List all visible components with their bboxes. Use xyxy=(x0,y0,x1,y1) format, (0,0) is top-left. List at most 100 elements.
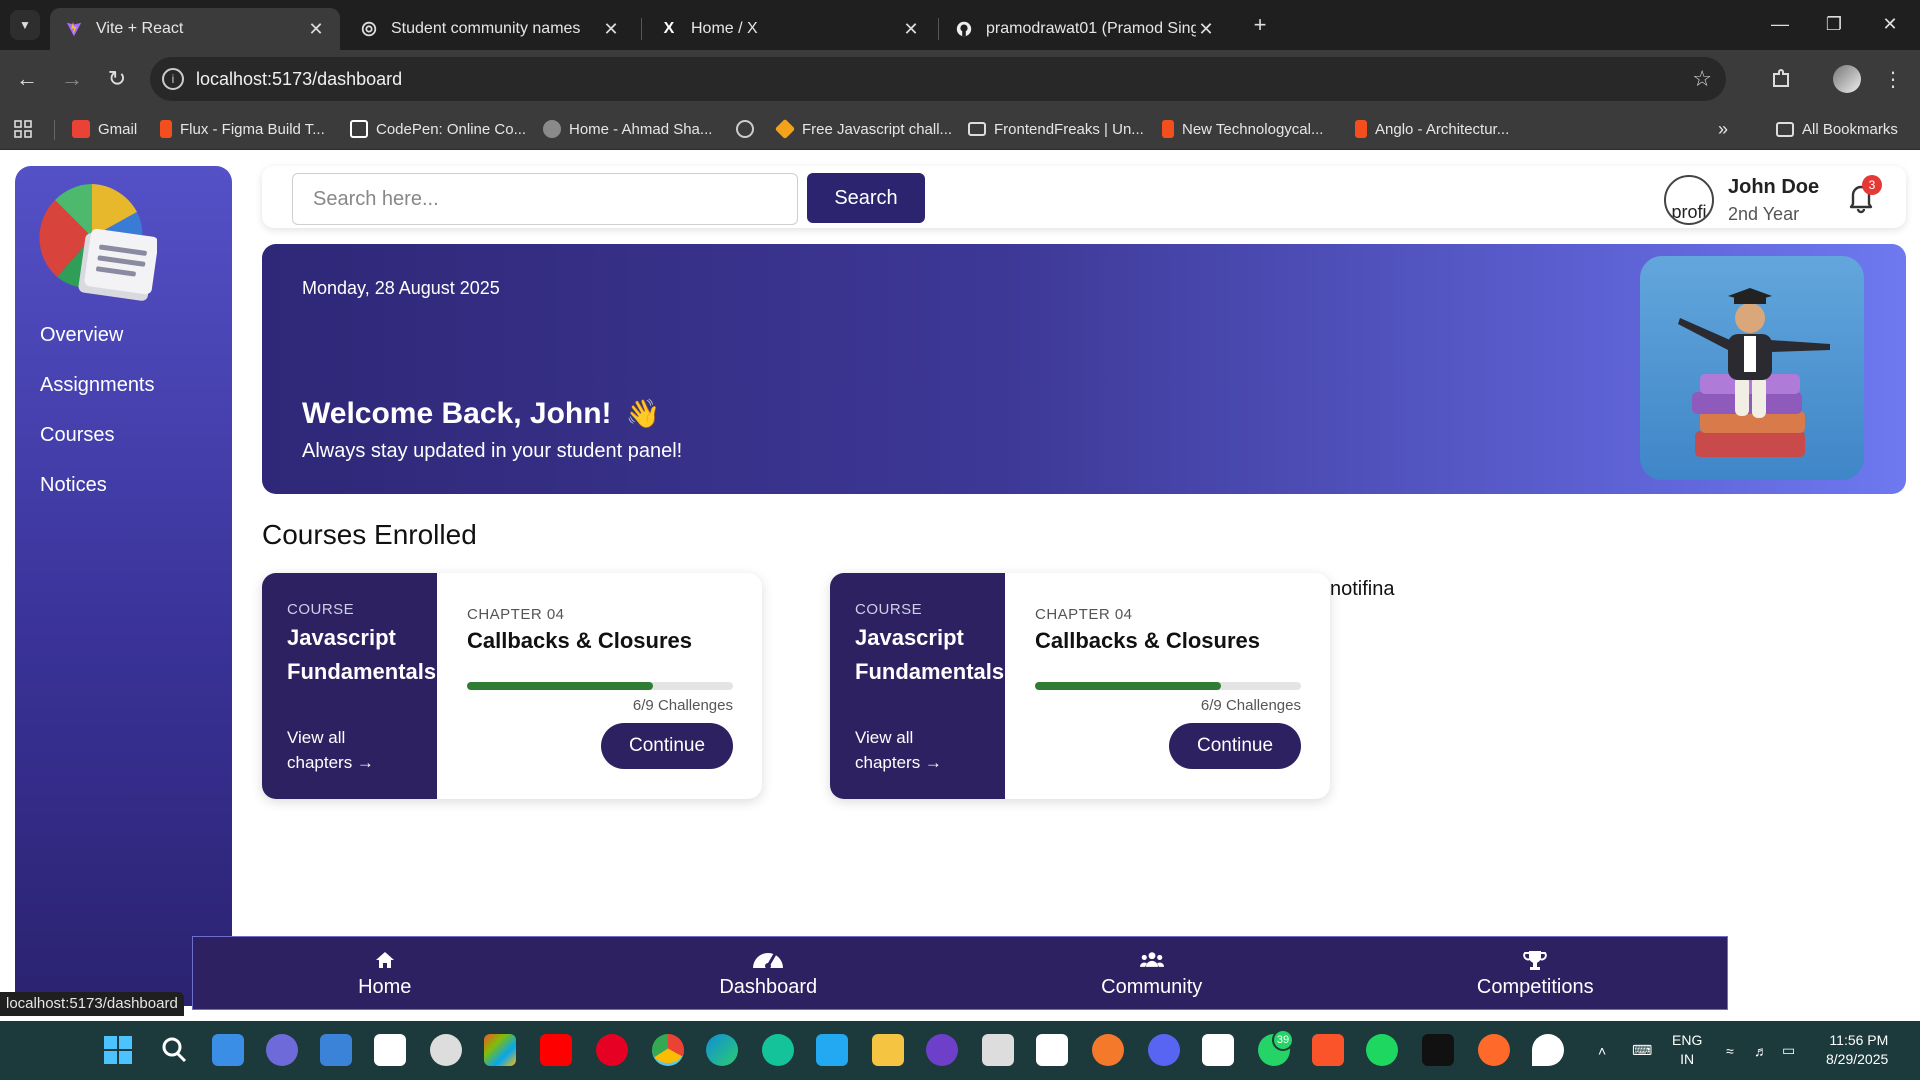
bookmark-new-tech[interactable]: New Technologycal... xyxy=(1162,117,1323,141)
bottom-nav-home[interactable]: Home xyxy=(193,937,577,1009)
tab-github[interactable]: pramodrawat01 (Pramod Singh ✕ xyxy=(940,8,1230,50)
tab-close-icon[interactable]: ✕ xyxy=(601,19,621,40)
address-url[interactable]: localhost:5173/dashboard xyxy=(196,69,402,90)
bookmark-anglo[interactable]: Anglo - Architectur... xyxy=(1355,117,1509,141)
tab-close-icon[interactable]: ✕ xyxy=(901,19,921,40)
inkscape-icon[interactable] xyxy=(982,1034,1014,1066)
reload-icon[interactable]: ↻ xyxy=(100,62,134,96)
wifi-icon[interactable]: ≈ xyxy=(1726,1021,1734,1080)
graduate-illustration xyxy=(1640,256,1864,480)
search-input[interactable] xyxy=(292,173,798,225)
extensions-puzzle-icon[interactable] xyxy=(1764,62,1798,96)
bottom-nav-dashboard[interactable]: Dashboard xyxy=(577,937,961,1009)
spotify-icon[interactable] xyxy=(1366,1034,1398,1066)
vscode-icon[interactable] xyxy=(816,1034,848,1066)
new-tab-plus-icon[interactable]: + xyxy=(1245,10,1275,40)
tab-vite-react[interactable]: Vite + React ✕ xyxy=(50,8,340,50)
progress-count: 6/9 Challenges xyxy=(1200,697,1301,714)
apps-grid-icon[interactable] xyxy=(14,117,32,141)
whatsapp-unread-badge: 39 xyxy=(1272,1029,1294,1051)
more-bookmarks-chevron-icon[interactable]: » xyxy=(1718,117,1728,141)
forward-arrow-icon[interactable]: → xyxy=(55,62,89,96)
github-desktop-icon[interactable] xyxy=(926,1034,958,1066)
tab-student-community[interactable]: Student community names ✕ xyxy=(345,8,635,50)
browser-menu-icon[interactable]: ⋮ xyxy=(1876,62,1910,96)
meet-icon[interactable] xyxy=(266,1034,298,1066)
sidebar-item-assignments[interactable]: Assignments xyxy=(40,374,155,397)
diamond-icon xyxy=(774,118,796,140)
bookmark-free-js[interactable]: Free Javascript chall... xyxy=(774,117,952,141)
system-clock[interactable]: 11:56 PM 8/29/2025 xyxy=(1826,1031,1888,1069)
search-button[interactable]: Search xyxy=(807,173,925,223)
bookmark-ahmad[interactable]: Home - Ahmad Sha... xyxy=(543,117,712,141)
chrome-icon[interactable] xyxy=(652,1034,684,1066)
file-explorer-icon[interactable] xyxy=(872,1034,904,1066)
keyboard-icon[interactable]: ⌨ xyxy=(1632,1021,1652,1080)
progress-bar xyxy=(1035,682,1301,690)
mail-icon[interactable] xyxy=(320,1034,352,1066)
address-bar[interactable]: i localhost:5173/dashboard ☆ xyxy=(150,57,1726,101)
epic-games-icon[interactable] xyxy=(1422,1034,1454,1066)
home-icon xyxy=(375,952,394,968)
bookmark-codepen[interactable]: CodePen: Online Co... xyxy=(350,117,526,141)
restore-window-icon[interactable]: ❐ xyxy=(1814,8,1854,40)
view-all-chapters-link[interactable]: View all chapters → xyxy=(855,725,965,775)
ff-icon xyxy=(968,122,986,136)
windows-start-icon[interactable] xyxy=(102,1034,134,1066)
sidebar-item-overview[interactable]: Overview xyxy=(40,324,123,347)
edge-icon[interactable] xyxy=(706,1034,738,1066)
media-player-icon[interactable] xyxy=(596,1034,628,1066)
bookmark-star-icon[interactable]: ☆ xyxy=(1692,66,1712,92)
all-bookmarks[interactable]: All Bookmarks xyxy=(1776,117,1898,141)
profile-avatar-icon[interactable] xyxy=(1830,62,1864,96)
sidebar-item-notices[interactable]: Notices xyxy=(40,474,107,497)
bookmark-label: FrontendFreaks | Un... xyxy=(994,120,1144,138)
mongodb-icon[interactable] xyxy=(1532,1034,1564,1066)
site-info-icon[interactable]: i xyxy=(162,68,184,90)
bookmark-gmail[interactable]: Gmail xyxy=(72,117,137,141)
language-code: ENG xyxy=(1672,1032,1703,1048)
tab-home-x[interactable]: X Home / X ✕ xyxy=(645,8,935,50)
brave-icon[interactable] xyxy=(1312,1034,1344,1066)
tab-close-icon[interactable]: ✕ xyxy=(306,19,326,40)
figma-icon xyxy=(160,120,172,138)
bottom-nav-competitions[interactable]: Competitions xyxy=(1344,937,1728,1009)
postman-icon[interactable] xyxy=(1478,1034,1510,1066)
chapter-title: Callbacks & Closures xyxy=(1035,628,1260,653)
waving-hand-icon: 👋 xyxy=(625,398,661,429)
widgets-icon[interactable] xyxy=(212,1034,244,1066)
view-all-chapters-link[interactable]: View all chapters → xyxy=(287,725,397,775)
continue-button[interactable]: Continue xyxy=(1169,723,1301,769)
tab-search-chevron-icon[interactable]: ▼ xyxy=(10,10,40,40)
banner-subtitle: Always stay updated in your student pane… xyxy=(302,440,683,462)
vite-icon xyxy=(64,19,84,39)
tab-close-icon[interactable]: ✕ xyxy=(1196,19,1216,40)
minimize-icon[interactable]: — xyxy=(1760,8,1800,40)
sidebar-item-courses[interactable]: Courses xyxy=(40,424,114,447)
bookmark-globe[interactable] xyxy=(736,117,762,141)
volume-icon[interactable]: ♬ xyxy=(1754,1021,1768,1080)
avatar[interactable]: profi xyxy=(1664,175,1714,225)
bookmark-label: New Technologycal... xyxy=(1182,120,1324,138)
battery-icon[interactable]: ▭ xyxy=(1782,1021,1795,1080)
bookmark-frontendfreaks[interactable]: FrontendFreaks | Un... xyxy=(968,117,1144,141)
bottom-nav-community[interactable]: Community xyxy=(960,937,1344,1009)
grammarly-icon[interactable] xyxy=(762,1034,794,1066)
show-hidden-icons-chevron-icon[interactable]: ˄ xyxy=(1598,1021,1606,1080)
discord-icon[interactable] xyxy=(1148,1034,1180,1066)
welcome-banner: Monday, 28 August 2025 Welcome Back, Joh… xyxy=(262,244,1906,494)
youtube-icon[interactable] xyxy=(540,1034,572,1066)
dropbox-icon[interactable] xyxy=(374,1034,406,1066)
notion-icon[interactable] xyxy=(1036,1034,1068,1066)
figma-icon xyxy=(1162,120,1174,138)
bookmark-flux-figma[interactable]: Flux - Figma Build T... xyxy=(160,117,325,141)
close-window-icon[interactable]: ✕ xyxy=(1870,8,1910,40)
continue-button[interactable]: Continue xyxy=(601,723,733,769)
wikipedia-icon[interactable] xyxy=(1202,1034,1234,1066)
back-arrow-icon[interactable]: ← xyxy=(10,62,44,96)
app-icon[interactable] xyxy=(430,1034,462,1066)
language-indicator[interactable]: ENG IN xyxy=(1672,1031,1702,1069)
search-icon[interactable] xyxy=(158,1034,190,1066)
blender-icon[interactable] xyxy=(1092,1034,1124,1066)
microsoft-store-icon[interactable] xyxy=(484,1034,516,1066)
